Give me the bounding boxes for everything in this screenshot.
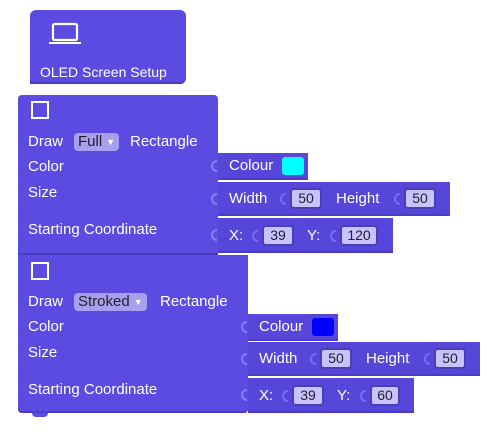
width-label: Width — [259, 350, 298, 367]
y-label: Y: — [307, 227, 321, 244]
starting-coordinate-label: Starting Coordinate — [28, 221, 158, 238]
block-bottom-tab — [32, 413, 48, 417]
x-socket — [252, 230, 258, 242]
width-socket — [310, 353, 316, 365]
starting-coordinate-label: Starting Coordinate — [28, 381, 158, 398]
colour-swatch[interactable] — [312, 318, 334, 336]
oled-setup-block[interactable]: OLED Screen Setup — [30, 10, 186, 84]
coordinate-connector — [211, 229, 217, 241]
size-label: Size — [28, 184, 58, 201]
height-socket — [424, 353, 430, 365]
y-label: Y: — [337, 387, 351, 404]
height-socket — [394, 193, 400, 205]
y-input[interactable]: 120 — [340, 225, 378, 246]
size-connector — [211, 193, 217, 205]
setup-block-label: OLED Screen Setup — [40, 64, 167, 80]
coordinate-block[interactable]: X: 39 Y: 60 — [248, 378, 414, 413]
mode-dropdown[interactable]: Stroked ▼ — [74, 293, 147, 311]
height-label: Height — [366, 350, 410, 367]
colour-block[interactable]: Colour — [218, 153, 308, 180]
height-input[interactable]: 50 — [404, 188, 436, 209]
draw-label: Draw — [28, 133, 64, 150]
colour-block[interactable]: Colour — [248, 314, 338, 341]
y-input[interactable]: 60 — [370, 385, 400, 406]
rectangle-label: Rectangle — [160, 293, 228, 310]
height-label: Height — [336, 190, 380, 207]
x-input[interactable]: 39 — [292, 385, 324, 406]
x-input[interactable]: 39 — [262, 225, 294, 246]
size-block[interactable]: Width 50 Height 50 — [248, 342, 480, 376]
height-input[interactable]: 50 — [434, 348, 466, 369]
y-socket — [360, 390, 366, 402]
colour-connector — [211, 160, 217, 172]
x-label: X: — [259, 387, 274, 404]
width-input[interactable]: 50 — [320, 348, 352, 369]
width-label: Width — [229, 190, 268, 207]
rectangle-label: Rectangle — [130, 133, 198, 150]
mode-value: Full — [78, 133, 103, 150]
mode-dropdown[interactable]: Full ▼ — [74, 133, 120, 151]
colour-connector — [241, 321, 247, 333]
chevron-down-icon: ▼ — [133, 297, 143, 307]
draw-label: Draw — [28, 293, 64, 310]
coordinate-block[interactable]: X: 39 Y: 120 — [218, 218, 393, 253]
chevron-down-icon: ▼ — [106, 137, 116, 147]
coordinate-connector — [241, 389, 247, 401]
size-label: Size — [28, 344, 58, 361]
width-socket — [280, 193, 286, 205]
x-label: X: — [229, 227, 244, 244]
colour-swatch[interactable] — [282, 157, 304, 175]
x-socket — [282, 390, 288, 402]
color-label: Color — [28, 158, 64, 175]
width-input[interactable]: 50 — [290, 188, 322, 209]
size-connector — [241, 353, 247, 365]
color-label: Color — [28, 318, 64, 335]
mode-value: Stroked — [78, 293, 130, 310]
colour-label: Colour — [229, 157, 274, 174]
block-1-checkbox[interactable] — [31, 101, 49, 119]
block-2-checkbox[interactable] — [31, 262, 49, 280]
laptop-icon — [48, 22, 82, 51]
size-block[interactable]: Width 50 Height 50 — [218, 182, 450, 216]
y-socket — [330, 230, 336, 242]
colour-label: Colour — [259, 318, 304, 335]
